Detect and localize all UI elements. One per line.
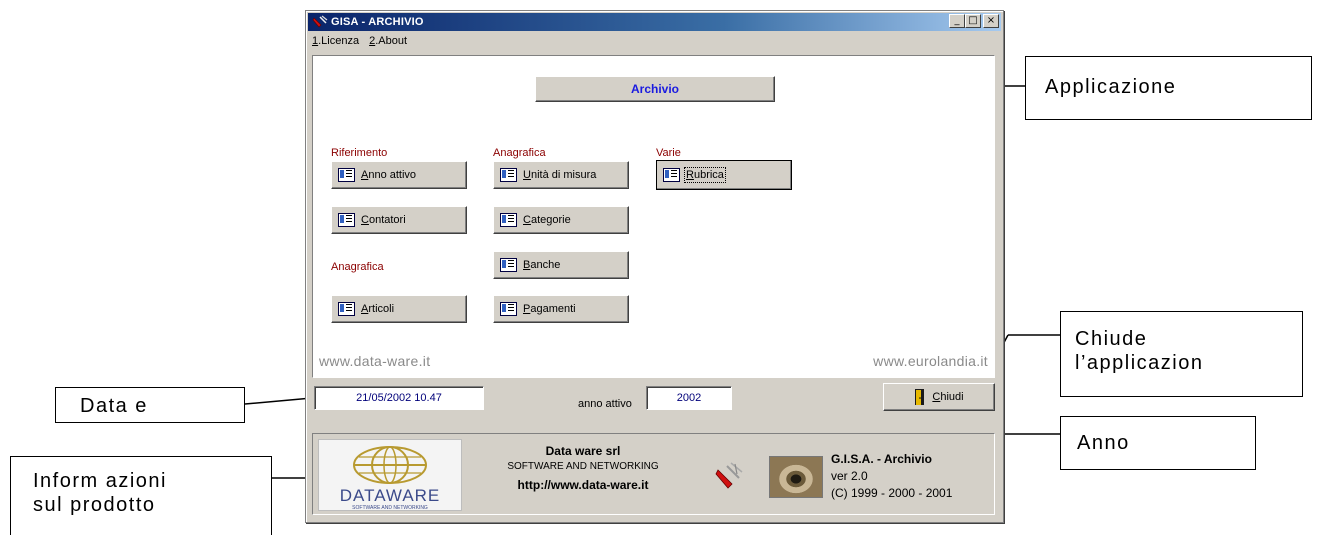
product-details: G.I.S.A. - Archivio ver 2.0 (C) 1999 - 2… bbox=[831, 452, 952, 503]
door-exit-icon bbox=[914, 388, 926, 406]
banche-button[interactable]: Banche bbox=[493, 251, 629, 279]
product-info-panel: DATAWARE SOFTWARE AND NETWORKING Data wa… bbox=[312, 433, 995, 515]
section-label-anagrafica-2: Anagrafica bbox=[331, 261, 384, 273]
product-copyright: (C) 1999 - 2000 - 2001 bbox=[831, 486, 953, 500]
rubrica-button[interactable]: Rubrica bbox=[656, 160, 792, 190]
anno-attivo-field: 2002 bbox=[646, 386, 732, 410]
section-label-varie: Varie bbox=[656, 147, 681, 159]
table-icon bbox=[338, 302, 355, 316]
dataware-logo: DATAWARE SOFTWARE AND NETWORKING bbox=[318, 439, 462, 511]
archivio-button[interactable]: Archivio bbox=[535, 76, 775, 102]
categorie-button[interactable]: Categorie bbox=[493, 206, 629, 234]
pagamenti-button[interactable]: Pagamenti bbox=[493, 295, 629, 323]
menu-item-about[interactable]: 2.About bbox=[369, 35, 407, 47]
title-bar[interactable]: GISA - ARCHIVIO _ □ × bbox=[308, 13, 1001, 31]
table-icon bbox=[663, 168, 680, 182]
window-controls: _ □ × bbox=[949, 14, 999, 28]
menu-bar: 1.Licenza 2.About bbox=[309, 32, 407, 49]
product-name: G.I.S.A. - Archivio bbox=[831, 452, 932, 466]
table-icon bbox=[500, 213, 517, 227]
table-icon bbox=[338, 213, 355, 227]
section-label-anagrafica: Anagrafica bbox=[493, 147, 546, 159]
globe-logo-icon bbox=[353, 446, 427, 484]
table-icon bbox=[500, 168, 517, 182]
company-name: Data ware srl bbox=[545, 444, 621, 458]
anno-attivo-button[interactable]: Anno attivo bbox=[331, 161, 467, 189]
unita-misura-button[interactable]: Unità di misura bbox=[493, 161, 629, 189]
company-info: Data ware srl SOFTWARE AND NETWORKING ht… bbox=[463, 444, 703, 492]
anno-attivo-label: anno attivo bbox=[578, 398, 632, 410]
callout-applicazione: Applicazione bbox=[1025, 56, 1312, 120]
swiss-knife-icon bbox=[715, 460, 745, 490]
table-icon bbox=[500, 258, 517, 272]
minimize-button[interactable]: _ bbox=[949, 14, 965, 28]
callout-chiude: Chiude l’applicazion bbox=[1060, 311, 1303, 397]
datetime-field: 21/05/2002 10.47 bbox=[314, 386, 484, 410]
connector-data bbox=[244, 397, 313, 405]
chiudi-button[interactable]: Chiudi bbox=[883, 383, 995, 411]
callout-anno: Anno bbox=[1060, 416, 1256, 470]
swiss-knife-icon bbox=[312, 15, 328, 29]
close-button[interactable]: × bbox=[983, 14, 999, 28]
callout-informazioni: Inform azioni sul prodotto bbox=[10, 456, 272, 535]
watermark-data-ware: www.data-ware.it bbox=[319, 353, 431, 369]
gisa-window: GISA - ARCHIVIO _ □ × 1.Licenza 2.About … bbox=[305, 10, 1004, 523]
table-icon bbox=[338, 168, 355, 182]
section-label-riferimento: Riferimento bbox=[331, 147, 388, 159]
articoli-button[interactable]: Articoli bbox=[331, 295, 467, 323]
menu-item-licenza[interactable]: 1.Licenza bbox=[312, 35, 359, 47]
company-tagline: SOFTWARE AND NETWORKING bbox=[507, 461, 659, 472]
eye-image bbox=[769, 456, 823, 498]
contatori-button[interactable]: Contatori bbox=[331, 206, 467, 234]
window-title: GISA - ARCHIVIO bbox=[331, 16, 424, 28]
main-panel: Archivio Riferimento Anagrafica Varie An… bbox=[312, 55, 995, 378]
maximize-button[interactable]: □ bbox=[965, 14, 981, 28]
watermark-eurolandia: www.eurolandia.it bbox=[873, 353, 988, 369]
product-version: ver 2.0 bbox=[831, 469, 868, 483]
callout-data: Data e bbox=[55, 387, 245, 423]
table-icon bbox=[500, 302, 517, 316]
company-url: http://www.data-ware.it bbox=[517, 478, 649, 492]
